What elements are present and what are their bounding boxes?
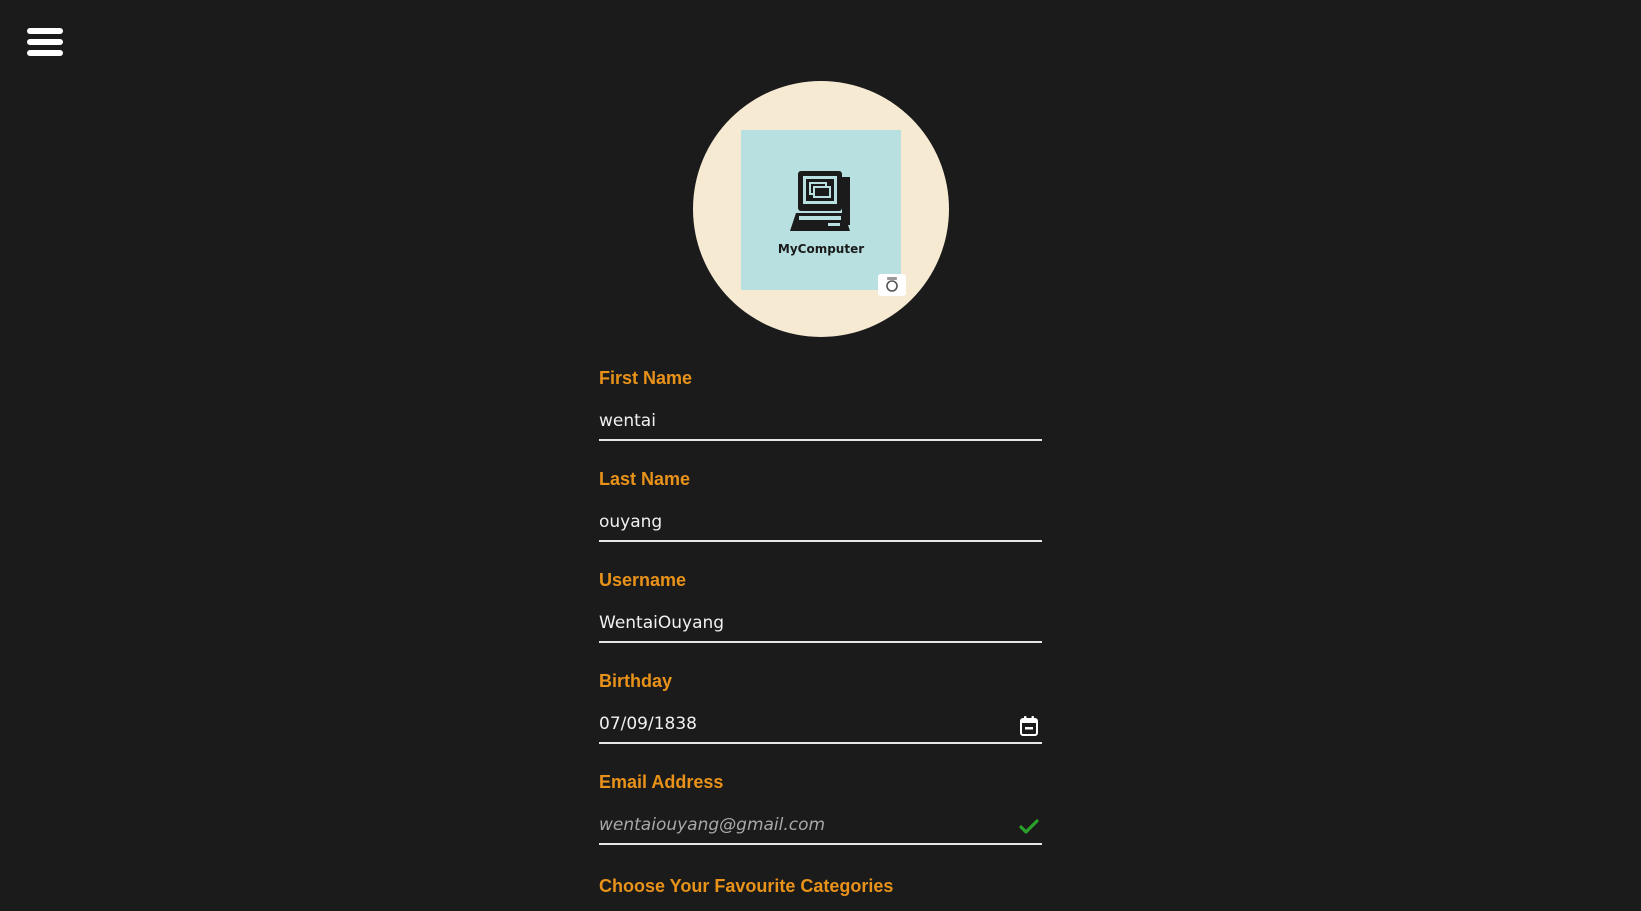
calendar-icon[interactable] bbox=[1018, 715, 1040, 737]
avatar[interactable]: MyComputer bbox=[693, 81, 949, 337]
last-name-label: Last Name bbox=[599, 469, 691, 489]
menu-bar bbox=[27, 39, 63, 45]
birthday-label: Birthday bbox=[599, 671, 673, 691]
avatar-image: MyComputer bbox=[741, 130, 901, 290]
menu-bar bbox=[27, 50, 63, 56]
menu-bar bbox=[27, 28, 63, 34]
first-name-label: First Name bbox=[599, 368, 693, 388]
first-name-input[interactable]: wentai bbox=[599, 403, 1042, 441]
email-label: Email Address bbox=[599, 772, 724, 792]
email-field: Email Address wentaiouyang@gmail.com bbox=[599, 770, 1042, 871]
username-field: Username WentaiOuyang bbox=[599, 568, 1042, 669]
avatar-caption: MyComputer bbox=[777, 242, 865, 256]
last-name-input[interactable]: ouyang bbox=[599, 504, 1042, 542]
username-label: Username bbox=[599, 570, 687, 590]
birthday-input[interactable]: 07/09/1838 bbox=[599, 706, 1042, 744]
last-name-field: Last Name ouyang bbox=[599, 467, 1042, 568]
hamburger-menu-icon[interactable] bbox=[27, 27, 63, 59]
checkmark-icon bbox=[1018, 816, 1040, 838]
computer-icon bbox=[790, 171, 850, 231]
categories-heading: Choose Your Favourite Categories bbox=[599, 876, 894, 896]
birthday-field: Birthday 07/09/1838 bbox=[599, 669, 1042, 770]
camera-icon[interactable] bbox=[878, 274, 906, 296]
profile-form: First Name wentai Last Name ouyang Usern… bbox=[599, 366, 1042, 871]
email-input[interactable]: wentaiouyang@gmail.com bbox=[599, 807, 1042, 845]
username-input[interactable]: WentaiOuyang bbox=[599, 605, 1042, 643]
first-name-field: First Name wentai bbox=[599, 366, 1042, 467]
